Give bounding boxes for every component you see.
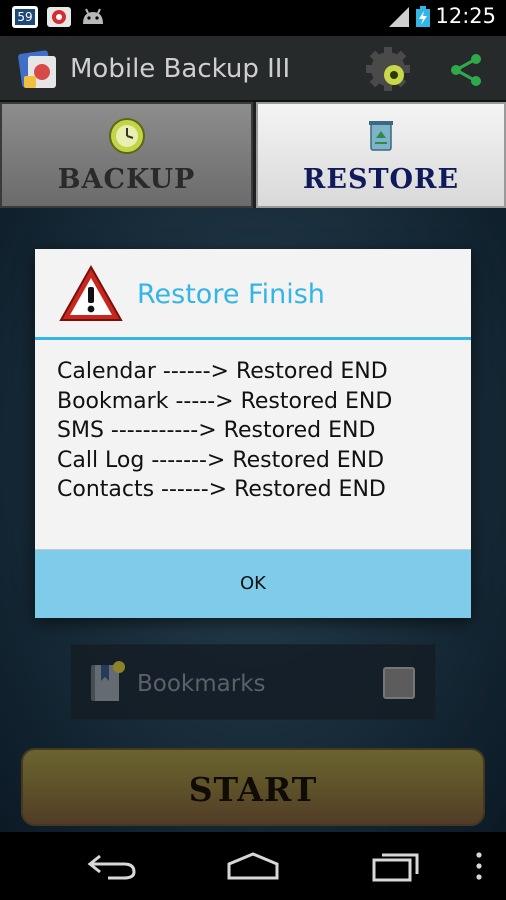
warning-icon bbox=[59, 265, 123, 321]
restore-result-contacts: Contacts ------> Restored END bbox=[57, 477, 386, 502]
restore-result-sms: SMS -----------> Restored END bbox=[57, 418, 376, 443]
status-bar: 59 12:25 bbox=[0, 0, 506, 36]
dialog-header: Restore Finish bbox=[35, 249, 471, 340]
back-icon[interactable] bbox=[86, 850, 138, 882]
restore-result-calendar: Calendar ------> Restored END bbox=[57, 359, 388, 384]
signal-icon bbox=[389, 7, 409, 27]
app-notification-icon bbox=[47, 7, 71, 27]
tab-backup[interactable]: BACKUP bbox=[0, 102, 253, 208]
ok-button[interactable]: OK bbox=[35, 549, 471, 618]
android-icon bbox=[83, 8, 103, 24]
dialog-message: Calendar ------> Restored END Bookmark -… bbox=[57, 357, 457, 505]
share-icon[interactable] bbox=[448, 52, 484, 88]
app-logo-icon bbox=[18, 50, 56, 88]
recent-apps-icon[interactable] bbox=[370, 850, 422, 882]
tab-bar: BACKUP RESTORE bbox=[0, 102, 506, 208]
app-title: Mobile Backup III bbox=[70, 54, 291, 84]
notification-count: 59 bbox=[15, 9, 35, 25]
battery-charging-icon bbox=[416, 6, 430, 27]
tab-restore-label: RESTORE bbox=[302, 164, 460, 195]
restore-result-bookmark: Bookmark -----> Restored END bbox=[57, 388, 393, 414]
tab-backup-label: BACKUP bbox=[57, 164, 196, 195]
recycle-bin-icon bbox=[369, 121, 393, 151]
settings-gear-icon[interactable] bbox=[364, 45, 412, 93]
home-icon[interactable] bbox=[226, 850, 280, 882]
overflow-menu-icon[interactable] bbox=[474, 850, 484, 882]
tab-restore[interactable]: RESTORE bbox=[256, 102, 506, 208]
dialog-title: Restore Finish bbox=[137, 279, 325, 310]
restore-finish-dialog: Restore Finish Calendar ------> Restored… bbox=[35, 249, 471, 618]
action-bar: Mobile Backup III bbox=[0, 36, 506, 102]
ok-button-label: OK bbox=[240, 573, 266, 594]
clock: 12:25 bbox=[435, 4, 496, 28]
restore-result-call-log: Call Log -------> Restored END bbox=[57, 447, 385, 473]
notification-count-icon: 59 bbox=[12, 6, 38, 28]
navigation-bar bbox=[0, 832, 506, 900]
backup-clock-icon bbox=[108, 118, 145, 154]
